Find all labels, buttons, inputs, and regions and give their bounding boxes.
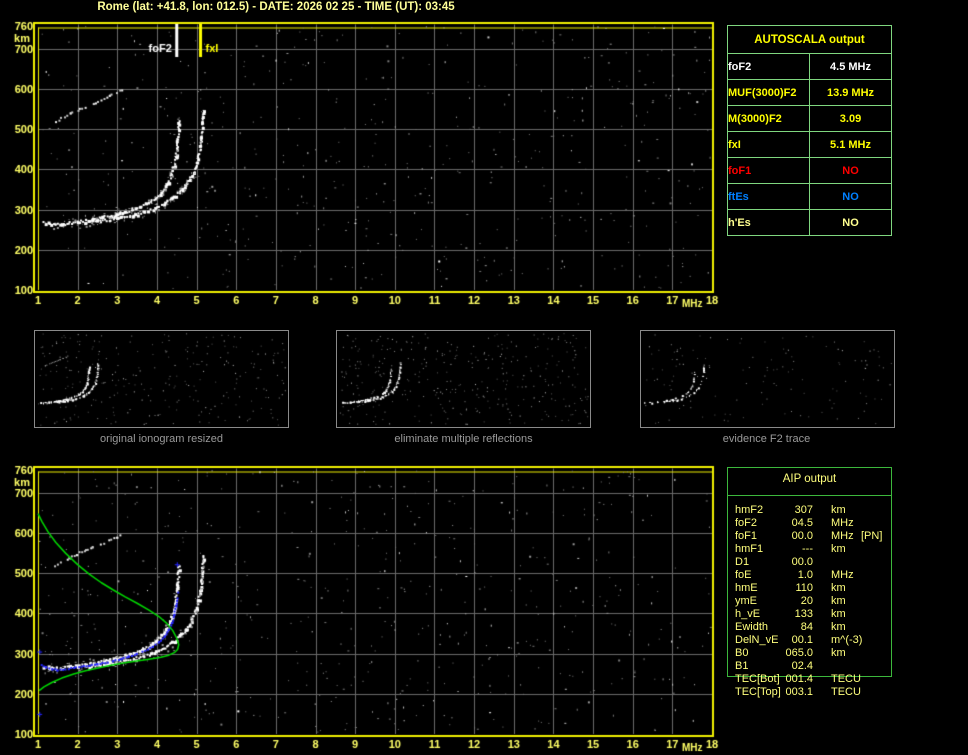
aip-row-value: 84 xyxy=(800,621,813,633)
aip-row-unit: m^(-3) xyxy=(831,634,863,646)
autoscala-row-fxi: fxI 5.1 MHz xyxy=(727,131,892,158)
aip-row-value: 00.0 xyxy=(791,556,813,568)
aip-row-unit: TECU xyxy=(831,673,861,685)
autoscala-value: 3.09 xyxy=(809,105,892,132)
aip-row-unit: km xyxy=(831,621,846,633)
aip-title: AIP output xyxy=(782,473,837,485)
autoscala-row-m3000f2: M(3000)F2 3.09 xyxy=(727,105,892,132)
thumbnail-evidence-canvas xyxy=(641,331,894,427)
aip-row-label: foF1 xyxy=(735,530,758,542)
aip-row-unit: MHz xyxy=(831,530,854,542)
autoscala-title: AUTOSCALA output xyxy=(727,25,892,54)
aip-row-unit: km xyxy=(831,595,846,607)
aip-row: foF2 04.5 MHz xyxy=(728,517,891,530)
autoscala-label: foF1 xyxy=(727,157,810,184)
thumbnail-caption-original: original ionogram resized xyxy=(100,433,223,445)
aip-row-value: 1.0 xyxy=(797,569,813,581)
aip-row-value: 065.0 xyxy=(785,647,813,659)
autoscala-label: MUF(3000)F2 xyxy=(727,79,810,106)
thumbnail-original-ionogram xyxy=(34,330,289,428)
aip-row: hmF1 --- km xyxy=(728,543,891,556)
aip-row: DelN_vE 00.1 m^(-3) xyxy=(728,634,891,647)
aip-row: foE 1.0 MHz xyxy=(728,569,891,582)
aip-row-value: 110 xyxy=(795,582,813,594)
aip-row: foF1 00.0 MHz [PN] xyxy=(728,530,891,543)
autoscala-value: NO xyxy=(809,183,892,210)
aip-row-value: 133 xyxy=(794,608,813,620)
aip-row: D1 00.0 xyxy=(728,556,891,569)
aip-row-unit: km xyxy=(831,543,846,555)
aip-row-label: foF2 xyxy=(735,517,758,529)
autoscala-row-fof1: foF1 NO xyxy=(727,157,892,184)
aip-row-unit: TECU xyxy=(831,686,861,698)
thumbnail-eliminate-canvas xyxy=(337,331,590,427)
aip-row-label: D1 xyxy=(735,556,750,568)
aip-header-divider xyxy=(728,495,891,496)
autoscala-output-screen: Rome (lat: +41.8, lon: 012.5) - DATE: 20… xyxy=(0,0,968,755)
bottom-ionogram-canvas xyxy=(0,460,724,755)
autoscala-header-row: AUTOSCALA output xyxy=(727,25,892,54)
top-ionogram-canvas xyxy=(0,16,724,312)
aip-row-value: 00.0 xyxy=(791,530,813,542)
aip-row-value: 04.5 xyxy=(791,517,813,529)
aip-row-unit: MHz xyxy=(831,569,854,581)
aip-row: Ewidth 84 km xyxy=(728,621,891,634)
autoscala-row-ftes: ftEs NO xyxy=(727,183,892,210)
aip-rows: hmF2 307 km foF2 04.5 MHz foF1 00.0 MHz [PN] hmF1-… xyxy=(728,504,891,699)
aip-row: B1 02.4 xyxy=(728,660,891,673)
thumbnail-original-canvas xyxy=(35,331,288,427)
thumbnail-caption-eliminate: eliminate multiple reflections xyxy=(394,433,533,445)
aip-table: AIP output hmF2 307 km foF2 04.5 MHz foF1 00.0 M… xyxy=(727,467,892,698)
aip-row-value: 00.1 xyxy=(791,634,813,646)
aip-row-value: 001.4 xyxy=(785,673,813,685)
autoscala-label: M(3000)F2 xyxy=(727,105,810,132)
aip-row-note: [PN] xyxy=(861,530,883,542)
autoscala-row-hes: h'Es NO xyxy=(727,209,892,236)
aip-row-value: --- xyxy=(802,543,813,555)
aip-row-unit: km xyxy=(831,582,846,594)
aip-row: TEC[Bot] 001.4 TECU xyxy=(728,673,891,686)
aip-row-unit: km xyxy=(831,504,846,516)
aip-row-value: 307 xyxy=(794,504,813,516)
aip-row: TEC[Top] 003.1 TECU xyxy=(728,686,891,699)
aip-row: h_vE 133 km xyxy=(728,608,891,621)
aip-row-label: B0 xyxy=(735,647,749,659)
autoscala-value: 4.5 MHz xyxy=(809,53,892,80)
thumbnail-evidence-f2 xyxy=(640,330,895,428)
autoscala-label: foF2 xyxy=(727,53,810,80)
autoscala-label: h'Es xyxy=(727,209,810,236)
aip-row-unit: km xyxy=(831,608,846,620)
autoscala-label: fxI xyxy=(727,131,810,158)
autoscala-value: 13.9 MHz xyxy=(809,79,892,106)
aip-row-label: B1 xyxy=(735,660,749,672)
autoscala-row-fof2: foF2 4.5 MHz xyxy=(727,53,892,80)
thumbnail-caption-evidence: evidence F2 trace xyxy=(722,433,811,445)
aip-row-value: 02.4 xyxy=(791,660,813,672)
aip-row: hmE 110 km xyxy=(728,582,891,595)
autoscala-value: 5.1 MHz xyxy=(809,131,892,158)
aip-row-label: hmE xyxy=(735,582,758,594)
aip-row-label: foE xyxy=(735,569,752,581)
aip-row-unit: MHz xyxy=(831,517,854,529)
station-title: Rome (lat: +41.8, lon: 012.5) - DATE: 20… xyxy=(97,1,455,13)
aip-row-value: 003.1 xyxy=(785,686,813,698)
autoscala-value: NO xyxy=(809,157,892,184)
aip-row: B0 065.0 km xyxy=(728,647,891,660)
aip-row: hmF2 307 km xyxy=(728,504,891,517)
autoscala-label: ftEs xyxy=(727,183,810,210)
aip-row-label: ymE xyxy=(735,595,757,607)
aip-row-value: 20 xyxy=(800,595,813,607)
autoscala-table: AUTOSCALA output foF2 4.5 MHz MUF(3000)F2… xyxy=(727,25,892,236)
autoscala-value: NO xyxy=(809,209,892,236)
aip-row-unit: km xyxy=(831,647,846,659)
thumbnail-eliminate-reflections xyxy=(336,330,591,428)
autoscala-row-muf3000f2: MUF(3000)F2 13.9 MHz xyxy=(727,79,892,106)
aip-row: ymE 20 km xyxy=(728,595,891,608)
